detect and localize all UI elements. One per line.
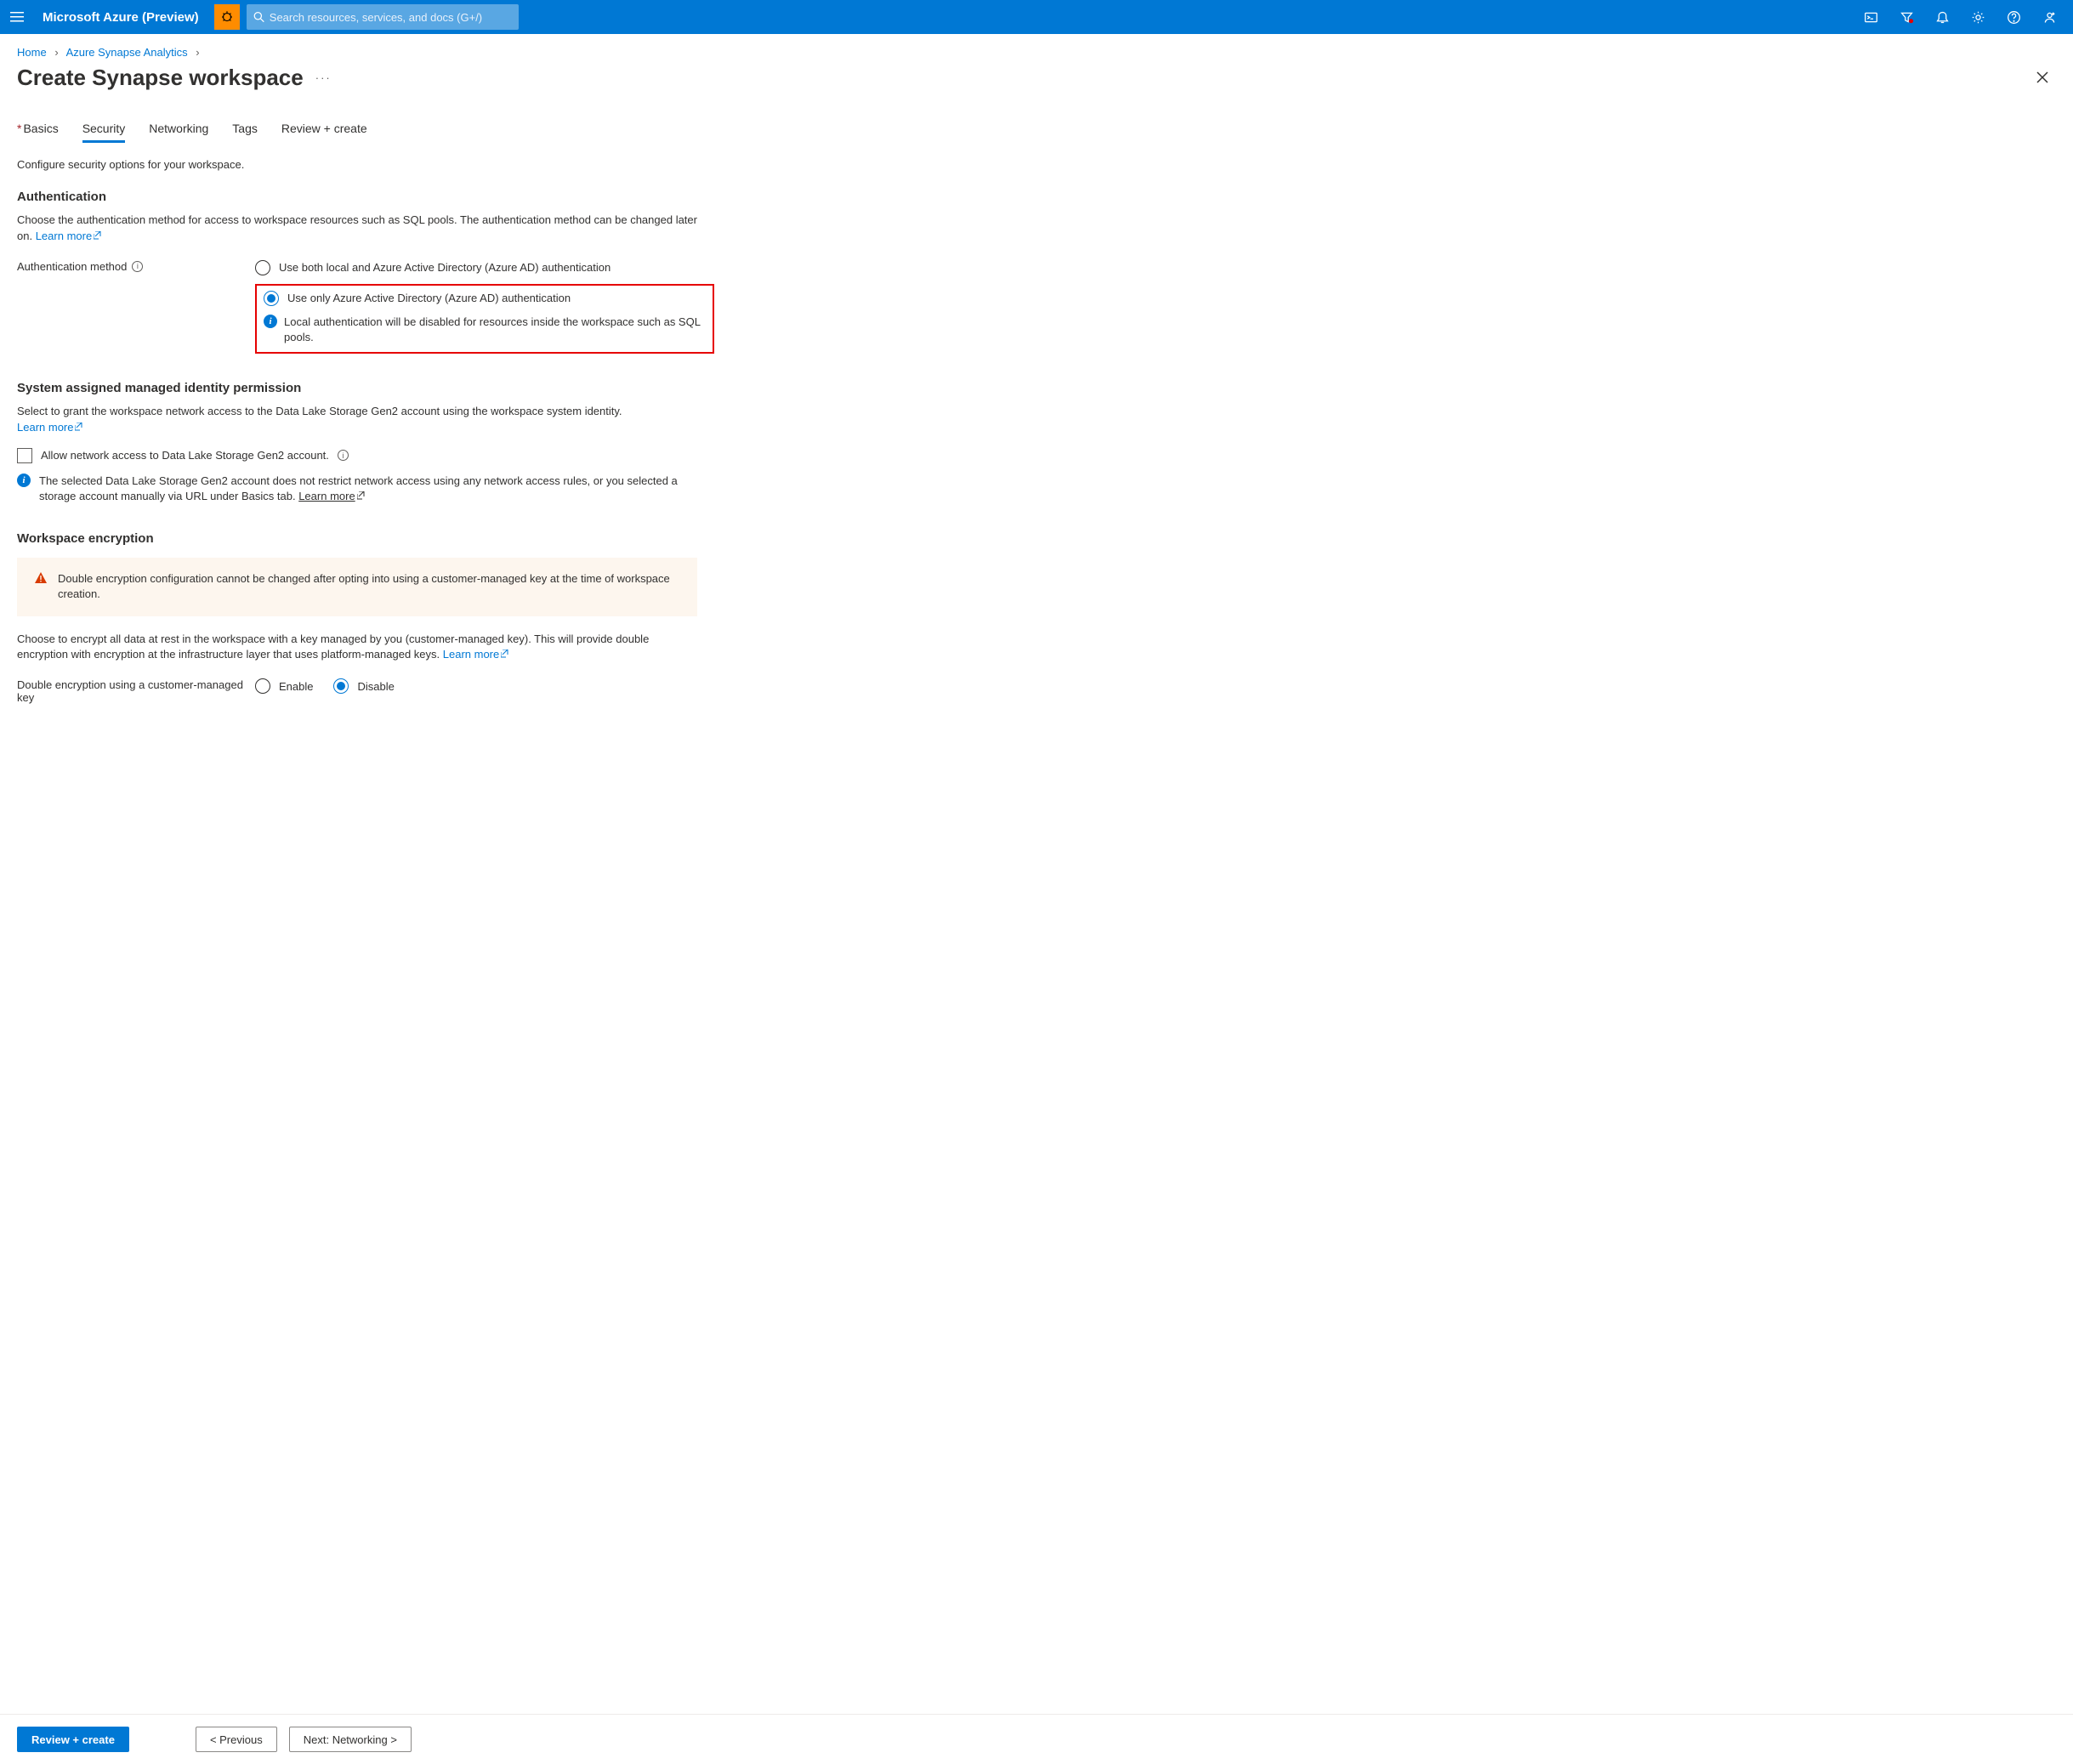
global-search[interactable] xyxy=(247,4,519,30)
info-icon: i xyxy=(264,315,277,328)
allow-network-access-checkbox[interactable] xyxy=(17,448,32,463)
wizard-footer: Review + create < Previous Next: Network… xyxy=(0,1714,2073,1764)
radio-icon xyxy=(255,260,270,275)
chevron-right-icon: › xyxy=(54,46,58,59)
smi-heading: System assigned managed identity permiss… xyxy=(17,381,2056,395)
page-title: Create Synapse workspace xyxy=(17,65,304,91)
info-tooltip-icon[interactable]: i xyxy=(338,450,349,461)
auth-info-message: i Local authentication will be disabled … xyxy=(264,315,706,345)
auth-desc: Choose the authentication method for acc… xyxy=(17,213,697,245)
auth-desc-text: Choose the authentication method for acc… xyxy=(17,213,697,242)
tab-security[interactable]: Security xyxy=(82,116,126,143)
next-button[interactable]: Next: Networking > xyxy=(289,1727,412,1752)
breadcrumb-synapse[interactable]: Azure Synapse Analytics xyxy=(66,46,188,59)
auth-heading: Authentication xyxy=(17,190,2056,204)
wizard-tabs: Basics Security Networking Tags Review +… xyxy=(17,116,2056,143)
chevron-right-icon: › xyxy=(196,46,199,59)
auth-radio-both[interactable]: Use both local and Azure Active Director… xyxy=(255,260,714,275)
info-tooltip-icon[interactable]: i xyxy=(132,261,143,272)
smi-info-block: i The selected Data Lake Storage Gen2 ac… xyxy=(17,474,697,504)
radio-icon xyxy=(264,291,279,306)
search-icon xyxy=(253,11,264,23)
smi-info-learn-more-link[interactable]: Learn more xyxy=(298,490,355,502)
smi-checkbox-row: Allow network access to Data Lake Storag… xyxy=(17,448,2056,463)
tab-review-create[interactable]: Review + create xyxy=(281,116,367,143)
smi-checkbox-label: Allow network access to Data Lake Storag… xyxy=(41,449,329,462)
encryption-warning-text: Double encryption configuration cannot b… xyxy=(58,571,680,602)
encryption-desc-text: Choose to encrypt all data at rest in th… xyxy=(17,632,649,661)
top-bar: Microsoft Azure (Preview) xyxy=(0,0,2073,34)
feedback-icon[interactable] xyxy=(2032,0,2066,34)
form-scroll-area[interactable]: Basics Security Networking Tags Review +… xyxy=(0,99,2073,1714)
smi-desc-text: Select to grant the workspace network ac… xyxy=(17,405,622,417)
auth-radio-aad-label: Use only Azure Active Directory (Azure A… xyxy=(287,292,571,304)
auth-method-control: Use both local and Azure Active Director… xyxy=(255,260,714,354)
highlighted-selection: Use only Azure Active Directory (Azure A… xyxy=(255,284,714,354)
encryption-learn-more-link[interactable]: Learn more xyxy=(443,648,509,661)
encryption-heading: Workspace encryption xyxy=(17,531,2056,546)
radio-icon xyxy=(333,678,349,694)
radio-icon xyxy=(255,678,270,694)
notifications-icon[interactable] xyxy=(1925,0,1959,34)
tab-intro-text: Configure security options for your work… xyxy=(17,158,2056,171)
double-encryption-label: Double encryption using a customer-manag… xyxy=(17,678,255,704)
close-blade-button[interactable] xyxy=(2029,64,2056,91)
breadcrumb-home[interactable]: Home xyxy=(17,46,47,59)
tab-basics[interactable]: Basics xyxy=(17,116,59,143)
review-create-button[interactable]: Review + create xyxy=(17,1727,129,1752)
info-icon: i xyxy=(17,474,31,487)
smi-desc: Select to grant the workspace network ac… xyxy=(17,404,697,436)
encryption-warning-banner: Double encryption configuration cannot b… xyxy=(17,558,697,615)
auth-radio-aad-only[interactable]: Use only Azure Active Directory (Azure A… xyxy=(264,291,706,306)
cloud-shell-icon[interactable] xyxy=(1854,0,1888,34)
auth-radio-both-label: Use both local and Azure Active Director… xyxy=(279,261,611,274)
previous-button[interactable]: < Previous xyxy=(196,1727,277,1752)
settings-gear-icon[interactable] xyxy=(1961,0,1995,34)
encryption-enable-label: Enable xyxy=(279,680,313,693)
smi-learn-more-link[interactable]: Learn more xyxy=(17,421,83,434)
topbar-actions xyxy=(1854,0,2066,34)
more-actions-button[interactable]: ··· xyxy=(315,71,332,84)
directory-filter-icon[interactable] xyxy=(1889,0,1923,34)
encryption-radio-disable[interactable]: Disable xyxy=(333,678,394,694)
warning-icon xyxy=(34,571,48,587)
auth-method-label: Authentication method i xyxy=(17,260,255,273)
search-input[interactable] xyxy=(270,11,512,24)
brand-label[interactable]: Microsoft Azure (Preview) xyxy=(34,10,207,25)
encryption-desc: Choose to encrypt all data at rest in th… xyxy=(17,632,697,664)
auth-info-text: Local authentication will be disabled fo… xyxy=(284,315,706,345)
preview-bug-button[interactable] xyxy=(214,4,240,30)
tab-networking[interactable]: Networking xyxy=(149,116,208,143)
encryption-disable-label: Disable xyxy=(357,680,394,693)
breadcrumb: Home › Azure Synapse Analytics › xyxy=(0,34,2073,59)
hamburger-menu-icon[interactable] xyxy=(7,7,27,27)
encryption-radio-enable[interactable]: Enable xyxy=(255,678,313,694)
help-icon[interactable] xyxy=(1996,0,2030,34)
smi-info-text: The selected Data Lake Storage Gen2 acco… xyxy=(39,474,697,504)
tab-tags[interactable]: Tags xyxy=(232,116,258,143)
double-encryption-control: Enable Disable xyxy=(255,678,714,702)
auth-learn-more-link[interactable]: Learn more xyxy=(36,230,102,242)
